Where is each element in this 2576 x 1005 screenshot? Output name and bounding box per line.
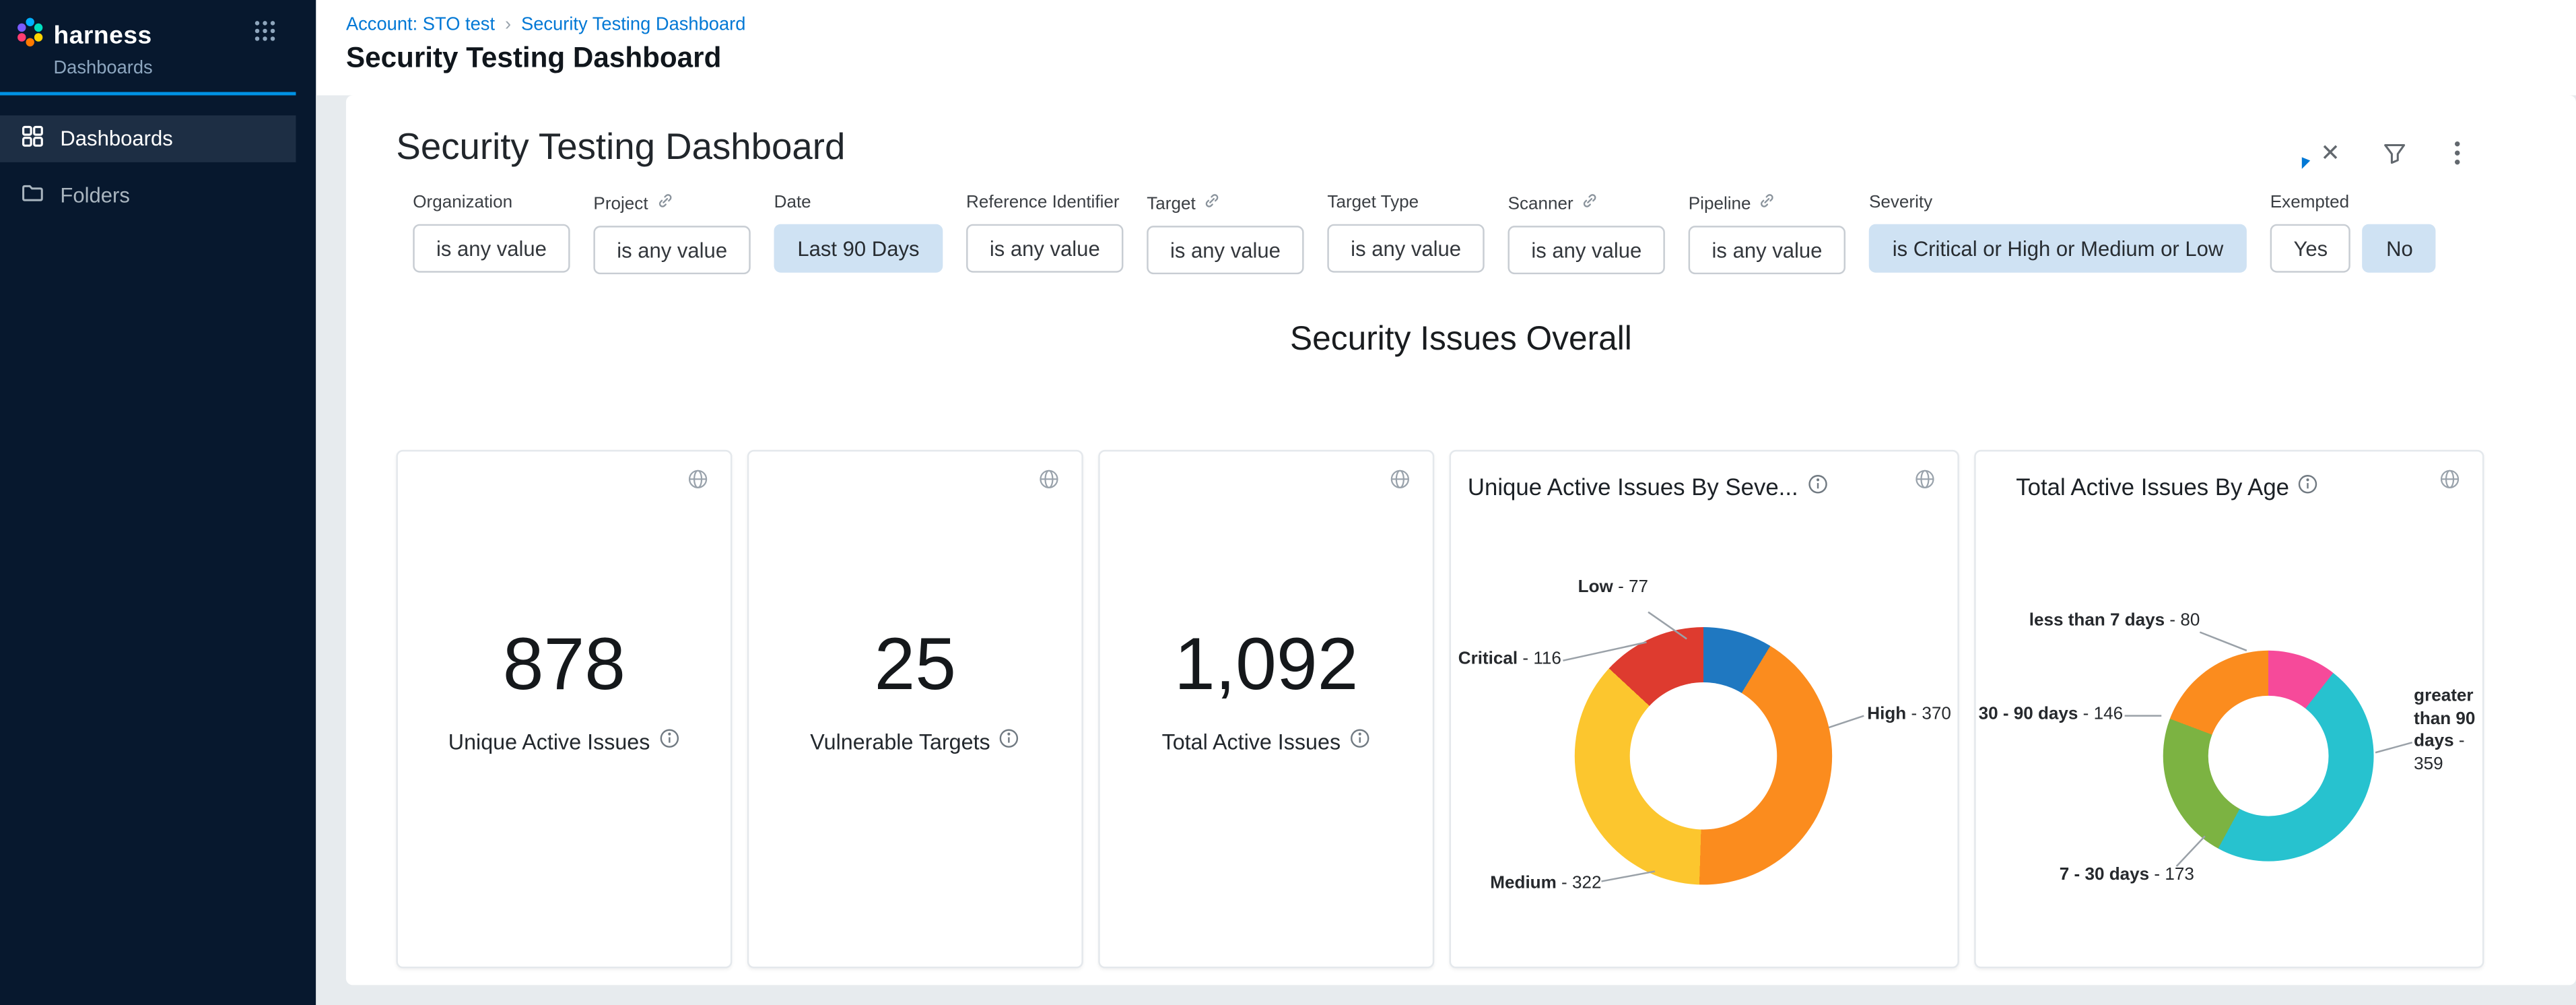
brand-text: harness <box>53 22 151 50</box>
harness-logo <box>13 15 47 57</box>
filter-label-severity: Severity <box>1869 193 2247 213</box>
filter-value-project[interactable]: is any value <box>593 226 750 274</box>
chain-link-icon <box>1582 193 1598 214</box>
filter-label-project: Project <box>593 193 750 214</box>
filter-value-target[interactable]: is any value <box>1147 226 1303 274</box>
filter-icon[interactable] <box>2381 139 2408 166</box>
filter-value-scanner[interactable]: is any value <box>1508 226 1665 274</box>
metric-value: 25 <box>875 624 957 707</box>
filter-target-type: Target Type is any value <box>1327 193 1484 273</box>
cursor-artifact <box>2302 157 2310 168</box>
info-icon[interactable] <box>1349 727 1371 754</box>
app-grid-icon[interactable] <box>254 20 275 51</box>
metric-label: Vulnerable Targets <box>810 728 990 753</box>
main-area: Account: STO test › Security Testing Das… <box>316 0 2576 1005</box>
filter-label-pipeline: Pipeline <box>1689 193 1845 214</box>
filter-organization: Organization is any value <box>413 193 570 273</box>
tile-unique-active-issues-by-severity: Unique Active Issues By Seve... <box>1450 450 1959 969</box>
breadcrumb-page-link[interactable]: Security Testing Dashboard <box>521 15 746 35</box>
dashboard-panel: Security Testing Dashboard ✕ <box>346 96 2576 985</box>
filter-label-target-type: Target Type <box>1327 193 1484 213</box>
filter-value-reference-identifier[interactable]: is any value <box>966 224 1123 273</box>
folder-icon <box>22 183 43 209</box>
callout-medium: Medium - 322 <box>1488 873 1602 896</box>
filter-exempted: Exempted YesNo <box>2270 193 2437 273</box>
chain-link-icon <box>656 193 673 214</box>
filter-value-severity[interactable]: is Critical or High or Medium or Low <box>1869 224 2247 273</box>
sidebar-header: harness Dashboards <box>0 0 296 96</box>
tile-title: Unique Active Issues By Seve... <box>1468 474 1798 500</box>
breadcrumb: Account: STO test › Security Testing Das… <box>346 15 2576 35</box>
tile-total-active-issues-by-age: Total Active Issues By Age <box>1974 450 2484 969</box>
sidebar-item-label: Folders <box>60 184 130 207</box>
callout-critical: Critical - 116 <box>1451 649 1561 672</box>
tile-total-active-issues: 1,092 Total Active Issues <box>1098 450 1434 969</box>
filter-pipeline: Pipeline is any value <box>1689 193 1845 275</box>
callout-greater-than-90-days: greater than 90 days - 359 <box>2414 686 2487 777</box>
filter-date: Date Last 90 Days <box>774 193 943 273</box>
chain-link-icon <box>1204 193 1221 214</box>
exempted-toggle: YesNo <box>2270 224 2437 273</box>
callout-7-30-days: 7 - 30 days - 173 <box>2060 865 2210 888</box>
section-title: Security Issues Overall <box>346 321 2576 360</box>
filter-bar: Organization is any value Project is any va… <box>413 193 2576 275</box>
metric-label: Unique Active Issues <box>448 728 650 753</box>
sidebar-item-label: Dashboards <box>60 127 172 151</box>
filter-project: Project is any value <box>593 193 750 275</box>
breadcrumb-separator: › <box>505 15 511 35</box>
close-button[interactable]: ✕ <box>2317 139 2344 166</box>
tile-vulnerable-targets: 25 Vulnerable Targets <box>747 450 1083 969</box>
tile-title: Total Active Issues By Age <box>2016 474 2289 500</box>
metric-label: Total Active Issues <box>1162 728 1341 753</box>
tiles-row: 878 Unique Active Issues <box>396 450 2542 969</box>
chain-link-icon <box>1759 193 1776 214</box>
sidebar-nav: Dashboards Folders <box>0 115 316 219</box>
dashboard-actions: ✕ <box>2317 139 2470 166</box>
filter-target: Target is any value <box>1147 193 1303 275</box>
page-title: Security Testing Dashboard <box>346 42 2576 75</box>
filter-value-date[interactable]: Last 90 Days <box>774 224 943 273</box>
filter-label-scanner: Scanner <box>1508 193 1665 214</box>
info-icon[interactable] <box>658 727 680 754</box>
callout-low: Low - 77 <box>1548 577 1648 600</box>
exempted-option-no[interactable]: No <box>2363 224 2436 273</box>
filter-label-date: Date <box>774 193 943 213</box>
top-bar: Account: STO test › Security Testing Das… <box>316 0 2576 96</box>
filter-label-organization: Organization <box>413 193 570 213</box>
sidebar: harness Dashboards Dashboards <box>0 0 316 1005</box>
content-area: Security Testing Dashboard ✕ <box>316 96 2576 1005</box>
callout-30-90-days: 30 - 90 days - 146 <box>1976 704 2123 727</box>
dashboard-title: Security Testing Dashboard <box>396 125 2576 169</box>
filter-label-exempted: Exempted <box>2270 193 2437 213</box>
kebab-menu-icon[interactable] <box>2444 139 2471 166</box>
sidebar-item-folders[interactable]: Folders <box>0 172 296 220</box>
filter-value-organization[interactable]: is any value <box>413 224 570 273</box>
info-icon[interactable] <box>2297 474 2319 500</box>
filter-scanner: Scanner is any value <box>1508 193 1665 275</box>
filter-label-target: Target <box>1147 193 1303 214</box>
filter-value-target-type[interactable]: is any value <box>1327 224 1484 273</box>
metric-value: 878 <box>503 624 625 707</box>
breadcrumb-account-link[interactable]: Account: STO test <box>346 15 495 35</box>
filter-value-pipeline[interactable]: is any value <box>1689 226 1845 274</box>
dashboards-grid-icon <box>22 125 43 152</box>
filter-severity: Severity is Critical or High or Medium or… <box>1869 193 2247 273</box>
sidebar-item-dashboards[interactable]: Dashboards <box>0 115 296 162</box>
tile-unique-active-issues: 878 Unique Active Issues <box>396 450 732 969</box>
callout-high: High - 370 <box>1867 704 1961 727</box>
info-icon[interactable] <box>1806 474 1828 500</box>
callout-less-than-7-days: less than 7 days - 80 <box>2023 610 2200 633</box>
filter-label-reference-identifier: Reference Identifier <box>966 193 1123 213</box>
filter-reference-identifier: Reference Identifier is any value <box>966 193 1123 273</box>
exempted-option-yes[interactable]: Yes <box>2270 224 2351 273</box>
info-icon[interactable] <box>998 727 1020 754</box>
app-root: harness Dashboards Dashboards <box>0 0 2576 1005</box>
module-label: Dashboards <box>53 59 296 79</box>
metric-value: 1,092 <box>1174 624 1358 707</box>
